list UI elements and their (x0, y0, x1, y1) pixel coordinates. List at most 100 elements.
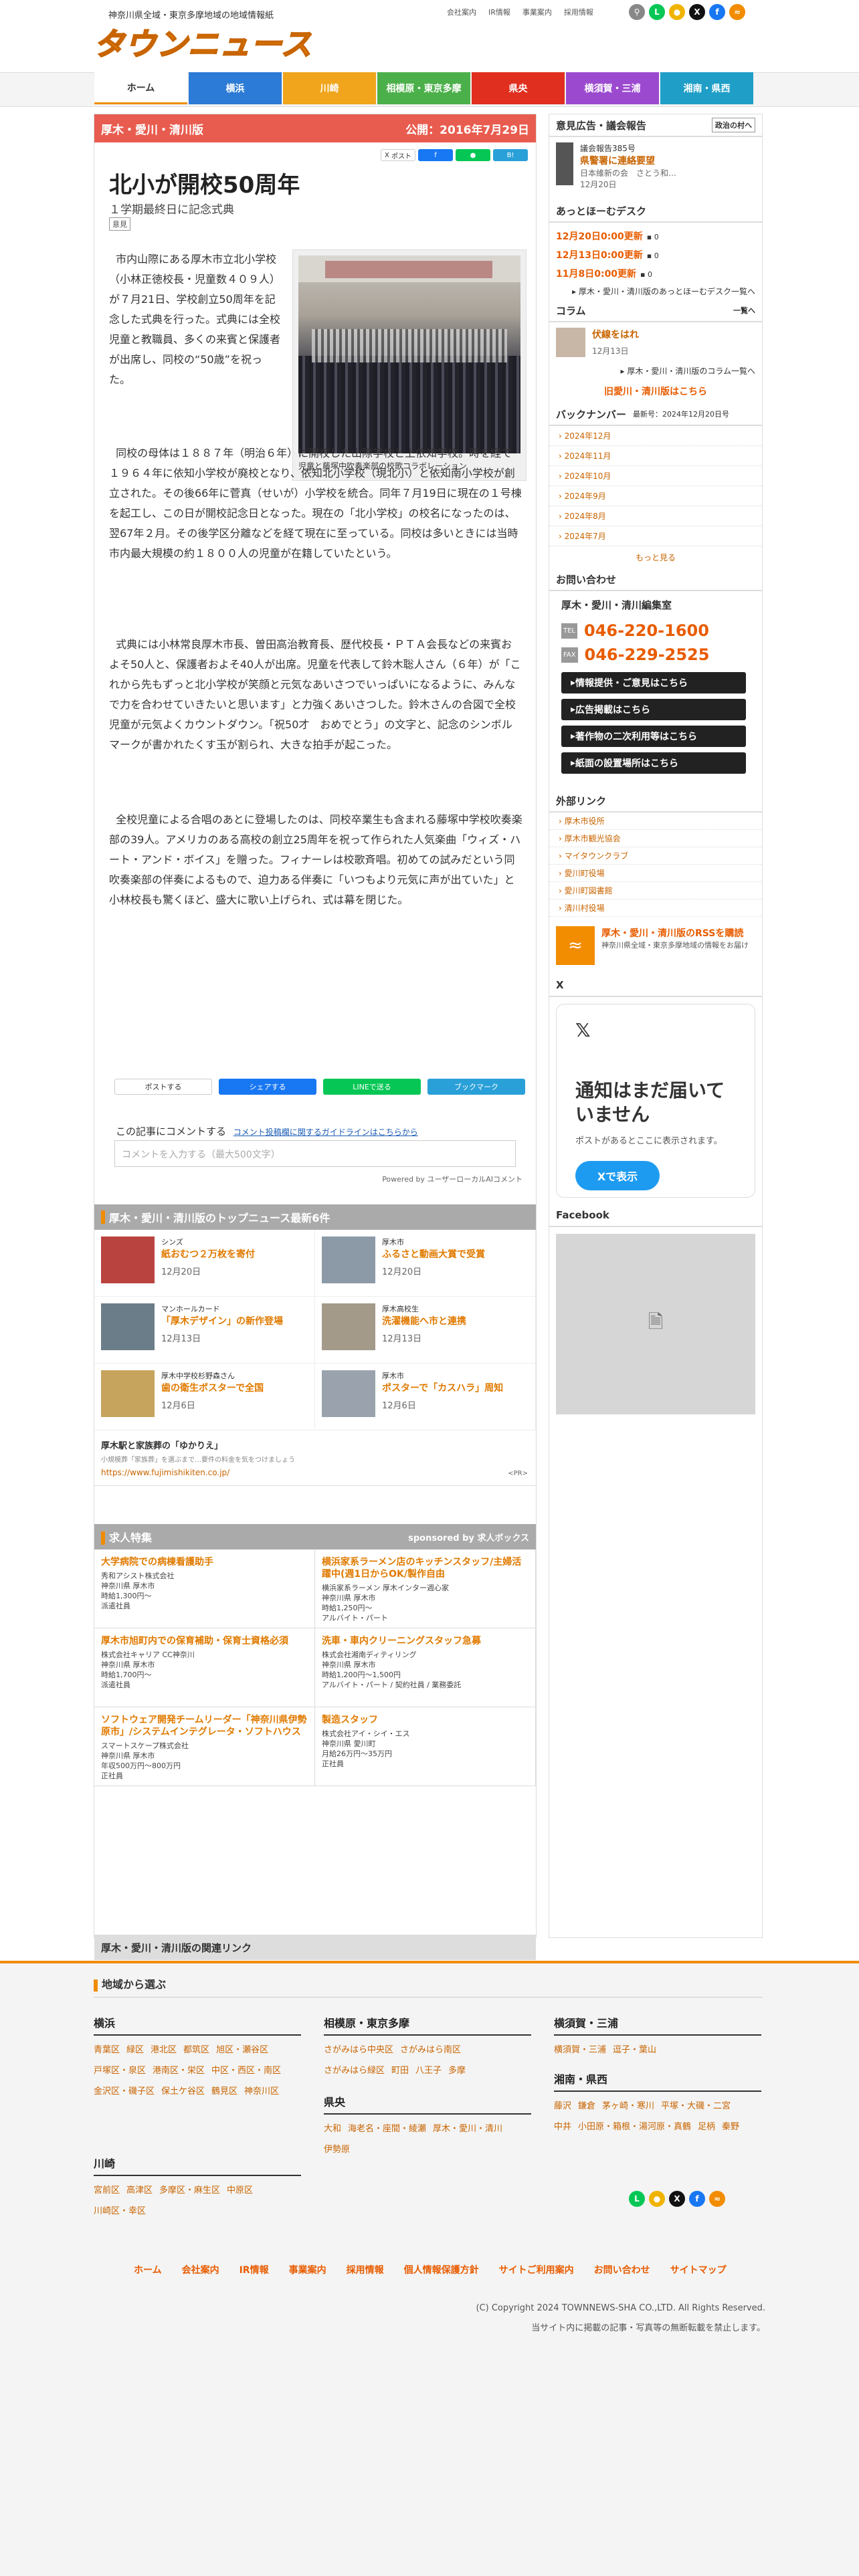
nav-item-0[interactable]: ホーム (94, 72, 187, 104)
footer-area-link[interactable]: 港南区・栄区 (153, 2063, 205, 2076)
footer-area-link[interactable]: さがみはら中央区 (324, 2042, 393, 2055)
desk-item[interactable]: 12月20日0:00更新 ▪ 0 (549, 227, 762, 245)
footer-area-link[interactable]: 八王子 (415, 2063, 442, 2076)
top-news-item[interactable]: マンホールカード 「厚木デザイン」の新作登場 12月13日 (94, 1297, 315, 1364)
footer-area-link[interactable]: 都筑区 (183, 2042, 209, 2055)
ad-block[interactable]: 厚木駅と家族葬の「ゆかりえ」 小規模葬「家族葬」を選ぶまで…要件の料金を気をつけ… (94, 1430, 536, 1486)
footer-nav-link[interactable]: 個人情報保護方針 (404, 2263, 479, 2276)
footer-area-link[interactable]: 横須賀・三浦 (554, 2042, 606, 2055)
footer-area-link[interactable]: 多摩 (448, 2063, 466, 2076)
more-link[interactable]: もっと見る (549, 546, 762, 568)
nav-item-3[interactable]: 相模原・東京多摩 (377, 72, 470, 104)
photo-image[interactable] (298, 255, 520, 453)
footer-area-link[interactable]: 伊勢原 (324, 2142, 350, 2155)
rss-icon[interactable]: ≈ (729, 4, 745, 20)
backnumber-month[interactable]: › 2024年10月 (549, 466, 762, 486)
footer-nav-link[interactable]: IR情報 (240, 2263, 269, 2276)
top-news-item[interactable]: 厚木市 ポスターで「カスハラ」周知 12月6日 (315, 1364, 536, 1430)
contact-button-3[interactable]: ▸ 紙面の設置場所はこちら (561, 752, 746, 774)
contact-button-0[interactable]: ▸ 情報提供・ご意見はこちら (561, 672, 746, 693)
job-title[interactable]: 洗車・車内クリーニングスタッフ急募 (322, 1635, 529, 1647)
link-ir[interactable]: IR情報 (488, 7, 510, 17)
footer-area-link[interactable]: 逗子・葉山 (613, 2042, 656, 2055)
desk-item[interactable]: 12月13日0:00更新 ▪ 0 (549, 245, 762, 264)
footer-area-link[interactable]: 鶴見区 (211, 2084, 237, 2097)
line-icon[interactable]: L (629, 2191, 645, 2207)
chat-icon[interactable]: ● (649, 2191, 665, 2207)
column-list-link[interactable]: 一覧へ (733, 305, 755, 316)
footer-area-link[interactable]: 鎌倉 (578, 2099, 595, 2111)
job-title[interactable]: 製造スタッフ (322, 1714, 529, 1726)
site-logo[interactable]: タウンニュース (93, 20, 312, 64)
external-link[interactable]: › 清川村役場 (549, 899, 762, 917)
contact-button-1[interactable]: ▸ 広告掲載はこちら (561, 699, 746, 720)
share-line-button[interactable]: ● (456, 149, 490, 161)
rss-block[interactable]: ≈ 厚木・愛川・清川版のRSSを購読 神奈川県全域・東京多摩地域の情報をお届け (549, 917, 762, 974)
search-icon[interactable]: ⚲ (629, 4, 645, 20)
column-item[interactable]: 伏線をはれ 12月13日 (549, 322, 762, 362)
backnumber-month[interactable]: › 2024年8月 (549, 506, 762, 526)
comment-input[interactable]: コメントを入力する（最大500文字） (114, 1140, 516, 1167)
nav-item-2[interactable]: 川崎 (283, 72, 376, 104)
share-x-button[interactable]: X ポスト (381, 149, 415, 161)
facebook-icon[interactable]: f (689, 2191, 705, 2207)
share-bottom-button-2[interactable]: LINEで送る (323, 1079, 421, 1095)
job-title[interactable]: 厚木市旭町内での保育補助・保育士資格必須 (101, 1635, 308, 1647)
footer-area-link[interactable]: 海老名・座間・綾瀬 (348, 2121, 426, 2134)
share-facebook-button[interactable]: f (418, 149, 453, 161)
share-bottom-button-1[interactable]: シェアする (219, 1079, 316, 1095)
job-item[interactable]: ソフトウェア開発チームリーダー「神奈川県伊勢原市」/システムインテグレータ・ソフ… (94, 1707, 315, 1786)
old-edition-link[interactable]: 旧愛川・清川版はこちら (549, 379, 762, 403)
external-link[interactable]: › 愛川町役場 (549, 865, 762, 882)
footer-nav-link[interactable]: 採用情報 (347, 2263, 384, 2276)
footer-area-link[interactable]: 中区・西区・南区 (211, 2063, 281, 2076)
footer-area-link[interactable]: さがみはら緑区 (324, 2063, 385, 2076)
facebook-icon[interactable]: f (709, 4, 725, 20)
footer-area-link[interactable]: 中井 (554, 2119, 571, 2132)
footer-area-link[interactable]: 茅ヶ崎・寒川 (602, 2099, 654, 2111)
footer-nav-link[interactable]: ホーム (134, 2263, 162, 2276)
top-news-title[interactable]: ふるさと動画大賞で受賞 (382, 1247, 485, 1261)
external-link[interactable]: › 厚木市観光協会 (549, 830, 762, 847)
footer-area-link[interactable]: 戸塚区・泉区 (94, 2063, 146, 2076)
job-item[interactable]: 大学病院での病棟看護助手 秀和アシスト株式会社 神奈川県 厚木市 時給1,300円～ 派… (94, 1549, 315, 1628)
footer-area-link[interactable]: 港北区 (151, 2042, 177, 2055)
footer-area-link[interactable]: 平塚・大磯・二宮 (661, 2099, 731, 2111)
backnumber-month[interactable]: › 2024年9月 (549, 486, 762, 506)
footer-area-link[interactable]: 神奈川区 (244, 2084, 279, 2097)
contact-button-2[interactable]: ▸ 著作物の二次利用等はこちら (561, 726, 746, 747)
footer-area-link[interactable]: 多摩区・麻生区 (159, 2183, 220, 2195)
job-title[interactable]: 大学病院での病棟看護助手 (101, 1556, 308, 1568)
external-link[interactable]: › 厚木市役所 (549, 813, 762, 830)
footer-area-link[interactable]: 高津区 (126, 2183, 153, 2195)
top-news-item[interactable]: 厚木市 ふるさと動画大賞で受賞 12月20日 (315, 1230, 536, 1297)
link-recruit[interactable]: 採用情報 (564, 7, 593, 17)
tel-number[interactable]: 046-220-1600 (584, 621, 709, 640)
share-hatena-button[interactable]: B! (493, 149, 528, 161)
article-tag[interactable]: 意見 (109, 217, 130, 231)
share-bottom-button-3[interactable]: ブックマーク (427, 1079, 525, 1095)
footer-area-link[interactable]: 旭区・瀬谷区 (216, 2042, 268, 2055)
footer-area-link[interactable]: 保土ケ谷区 (161, 2084, 205, 2097)
job-item[interactable]: 横浜家系ラーメン店のキッチンスタッフ/主婦活躍中(週1日からOK/製作自由 横浜家… (315, 1549, 536, 1628)
desk-more-link[interactable]: ▸ 厚木・愛川・清川版のあっとほーむデスク一覧へ (549, 283, 762, 300)
top-news-item[interactable]: 厚木中学校杉野森さん 歯の衛生ポスターで全国 12月6日 (94, 1364, 315, 1430)
footer-area-link[interactable]: 大和 (324, 2121, 341, 2134)
job-title[interactable]: 横浜家系ラーメン店のキッチンスタッフ/主婦活躍中(週1日からOK/製作自由 (322, 1556, 529, 1580)
footer-area-link[interactable]: 青葉区 (94, 2042, 120, 2055)
top-news-title[interactable]: 「厚木デザイン」の新作登場 (161, 1314, 283, 1327)
nav-item-1[interactable]: 横浜 (189, 72, 282, 104)
external-link[interactable]: › マイタウンクラブ (549, 847, 762, 865)
top-news-title[interactable]: 紙おむつ２万枚を寄付 (161, 1247, 255, 1261)
share-bottom-button-0[interactable]: ポストする (114, 1079, 212, 1095)
footer-area-link[interactable]: 中原区 (227, 2183, 253, 2195)
top-news-item[interactable]: シンズ 紙おむつ２万枚を寄付 12月20日 (94, 1230, 315, 1297)
chat-icon[interactable]: ● (669, 4, 685, 20)
x-icon[interactable]: X (669, 2191, 685, 2207)
footer-area-link[interactable]: 厚木・愛川・清川 (433, 2121, 502, 2134)
desk-item[interactable]: 11月8日0:00更新 ▪ 0 (549, 264, 762, 283)
footer-nav-link[interactable]: 会社案内 (182, 2263, 219, 2276)
footer-nav-link[interactable]: お問い合わせ (594, 2263, 650, 2276)
link-business[interactable]: 事業案内 (522, 7, 552, 17)
comment-guideline-link[interactable]: コメント投稿欄に関するガイドラインはこちらから (233, 1128, 418, 1137)
